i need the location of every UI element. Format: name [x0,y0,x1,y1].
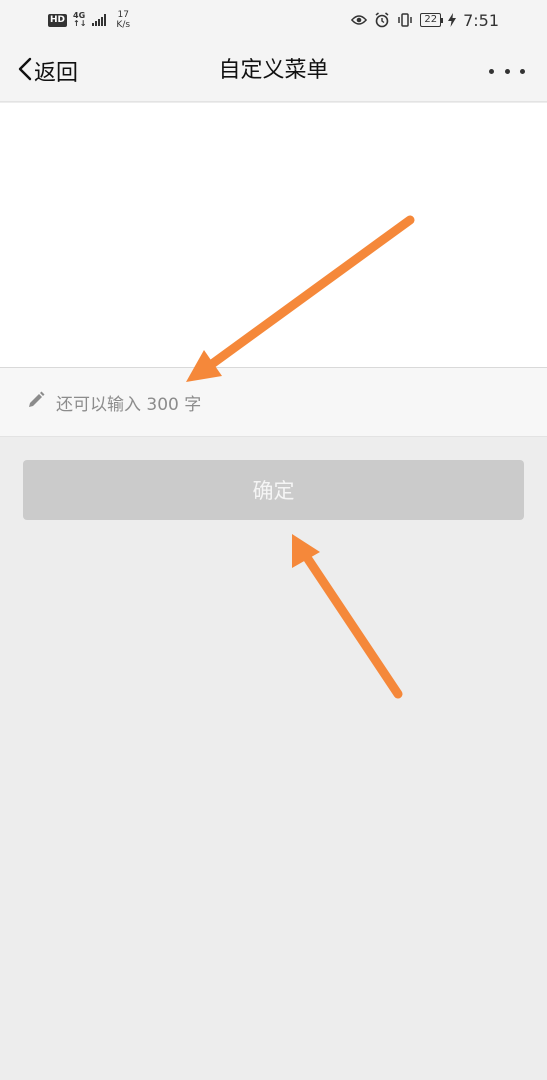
battery-icon: 22 [420,13,443,27]
vibrate-icon [397,12,413,28]
char-counter-text: 还可以输入 300 字 [56,394,202,415]
speed-unit: K/s [116,20,131,30]
back-button[interactable]: 返回 [0,40,78,102]
pencil-icon [26,390,46,414]
nav-bar: 返回 自定义菜单 [0,40,547,102]
alarm-icon [374,12,390,28]
chevron-left-icon [18,57,32,85]
status-right: 22 7:51 [351,11,499,30]
status-bar: HD 4G ↑↓ 17 K/s 22 7:51 [0,0,547,40]
clock: 7:51 [463,10,499,30]
signal-icon [92,14,107,26]
network-speed: 17 K/s [116,10,130,30]
eye-icon [351,12,368,28]
confirm-button[interactable]: 确定 [23,460,524,520]
battery-level: 22 [424,14,438,25]
network-activity-icon: ↑↓ [73,19,87,28]
status-left: HD 4G ↑↓ 17 K/s [48,10,130,30]
charging-icon [448,12,457,28]
network-type: 4G ↑↓ [73,12,86,28]
char-counter-bar: 还可以输入 300 字 [0,367,547,437]
speed-value: 17 [117,10,129,20]
menu-text-input[interactable] [0,103,547,367]
back-label: 返回 [34,60,79,86]
screen: HD 4G ↑↓ 17 K/s 22 7:51 返回 自定义菜单 还可以输入 3… [0,0,547,1080]
hd-badge: HD [48,13,68,27]
more-dots-icon[interactable] [489,61,525,81]
arrow-to-confirm [292,534,403,699]
page-title: 自定义菜单 [218,58,329,83]
